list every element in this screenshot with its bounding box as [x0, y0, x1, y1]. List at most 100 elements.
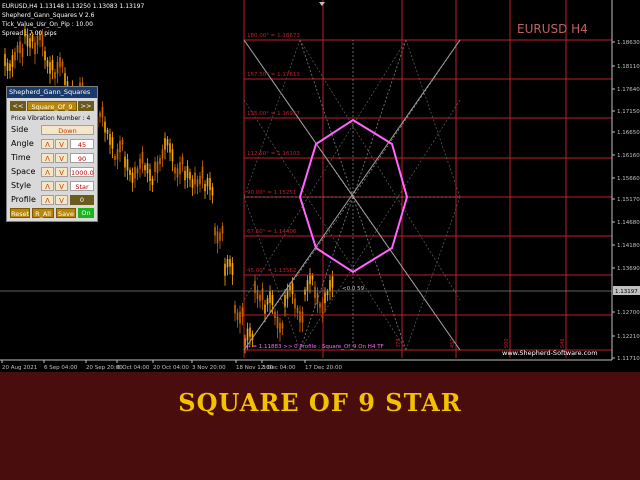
candle-body — [99, 112, 101, 117]
candle-body — [206, 178, 209, 187]
gann-level-label: 135.00° = 1.16957 — [247, 111, 300, 117]
gann-control-panel[interactable]: Shepherd_Gann_Squares << Square_Of_9 >> … — [6, 86, 98, 222]
scroll-marker-icon — [319, 2, 325, 6]
side-value-button[interactable]: Down — [41, 125, 94, 135]
price-tick-label: 1.17150 — [617, 109, 640, 115]
candle-body — [161, 149, 164, 159]
candle-body — [169, 143, 171, 153]
price-tick-label: 1.16650 — [617, 130, 640, 136]
gann-level-label: 45.00° = 1.13562 — [247, 268, 296, 274]
profile-input[interactable]: 0 — [70, 195, 94, 205]
candle-body — [19, 41, 21, 54]
time-up-button[interactable]: Λ — [41, 153, 54, 163]
candle-body — [264, 304, 266, 314]
candle-body — [159, 157, 161, 165]
candle-body — [56, 61, 59, 74]
candle-body — [14, 51, 16, 61]
style-up-button[interactable]: Λ — [41, 181, 54, 191]
next-profile-button[interactable]: >> — [78, 101, 94, 111]
candle-body — [294, 298, 296, 309]
candle-body — [301, 311, 304, 323]
candle-body — [6, 62, 9, 71]
angle-down-button[interactable]: V — [55, 139, 68, 149]
space-up-button[interactable]: Λ — [41, 167, 54, 177]
angle-up-button[interactable]: Λ — [41, 139, 54, 149]
tick-value: Tick_Value_Usr_On_Pip : 10.00 — [2, 21, 93, 28]
symbol-watermark: EURUSD H4 — [517, 22, 588, 36]
reset-all-button[interactable]: R_All — [32, 208, 54, 218]
candle-body — [61, 61, 64, 67]
candle-body — [176, 168, 179, 178]
price-tick-label: 1.15170 — [617, 197, 640, 203]
candle-body — [236, 312, 239, 320]
current-price-label: 1.13197 — [615, 289, 638, 295]
candle-body — [314, 286, 316, 299]
candle-body — [189, 172, 191, 180]
candle-body — [141, 151, 144, 164]
price-tick-label: 1.18630 — [617, 40, 640, 46]
candle-body — [296, 307, 299, 313]
candle-body — [329, 280, 331, 291]
time-input[interactable]: 90 — [70, 153, 94, 163]
candle-body — [214, 227, 216, 236]
candle-body — [216, 231, 219, 244]
time-tick-label: 6 Sep 04:00 — [44, 365, 78, 371]
candle-body — [166, 139, 169, 146]
candle-body — [234, 304, 236, 314]
profile-up-button[interactable]: Λ — [41, 195, 54, 205]
candle-body — [9, 63, 11, 71]
candle-body — [131, 172, 134, 183]
on-toggle-button[interactable]: On — [78, 208, 94, 218]
candle-body — [204, 183, 206, 192]
style-label: Style — [11, 181, 32, 190]
candle-body — [196, 179, 199, 187]
candle-body — [49, 62, 51, 74]
candle-body — [246, 328, 249, 341]
banner-title: SQUARE OF 9 STAR — [178, 388, 462, 417]
time-tick-label: 20 Oct 04:00 — [153, 365, 189, 371]
gann-level-label: 157.50° = 1.17813 — [247, 72, 300, 78]
gann-level-label: 180.00° = 1.18673 — [247, 33, 300, 39]
reset-button[interactable]: Reset — [10, 208, 30, 218]
candle-body — [276, 316, 279, 329]
profile-status-label: → = 1.11883 >> 0 Profile : Square_Of_9 O… — [246, 344, 384, 350]
candle-body — [104, 121, 106, 133]
space-down-button[interactable]: V — [55, 167, 68, 177]
promo-banner: SQUARE OF 9 STAR — [0, 372, 640, 480]
profile-name-button[interactable]: Square_Of_9 — [27, 101, 77, 111]
candle-body — [174, 167, 176, 174]
candle-body — [119, 140, 121, 153]
price-tick-label: 1.16160 — [617, 153, 640, 159]
candle-body — [326, 290, 329, 296]
star-chord-line — [405, 196, 461, 351]
time-label: Time — [11, 153, 31, 162]
angle-input[interactable]: 45 — [70, 139, 94, 149]
profile-down-button[interactable]: V — [55, 195, 68, 205]
candle-body — [221, 226, 224, 234]
space-input[interactable]: 1000.0 — [70, 167, 94, 177]
chart-area[interactable]: 180.00° = 1.18673 157.50° = 1.17813 135.00… — [0, 0, 640, 372]
candle-body — [44, 51, 46, 61]
candle-body — [59, 57, 61, 68]
save-button[interactable]: Save — [56, 208, 76, 218]
candle-body — [194, 172, 196, 185]
candle-body — [291, 282, 294, 295]
time-tick-label: 6 Oct 04:00 — [117, 365, 150, 371]
time-down-button[interactable]: V — [55, 153, 68, 163]
candle-body — [219, 232, 221, 241]
style-input[interactable]: Star — [70, 181, 94, 191]
candle-body — [181, 156, 184, 165]
candle-body — [144, 165, 146, 171]
prev-profile-button[interactable]: << — [10, 101, 26, 111]
candle-body — [136, 168, 139, 174]
price-tick-label: 1.13690 — [617, 266, 640, 272]
time-tick-label: 20 Aug 2021 — [2, 365, 37, 371]
side-label: Side — [11, 125, 29, 134]
time-marker-label: 500 — [504, 338, 510, 348]
gann-square-grid: 180.00° = 1.18673 157.50° = 1.17813 135.00… — [243, 0, 612, 358]
style-down-button[interactable]: V — [55, 181, 68, 191]
candle-body — [319, 303, 321, 308]
candle-body — [261, 288, 264, 300]
candle-body — [304, 289, 306, 295]
candle-body — [16, 45, 19, 53]
